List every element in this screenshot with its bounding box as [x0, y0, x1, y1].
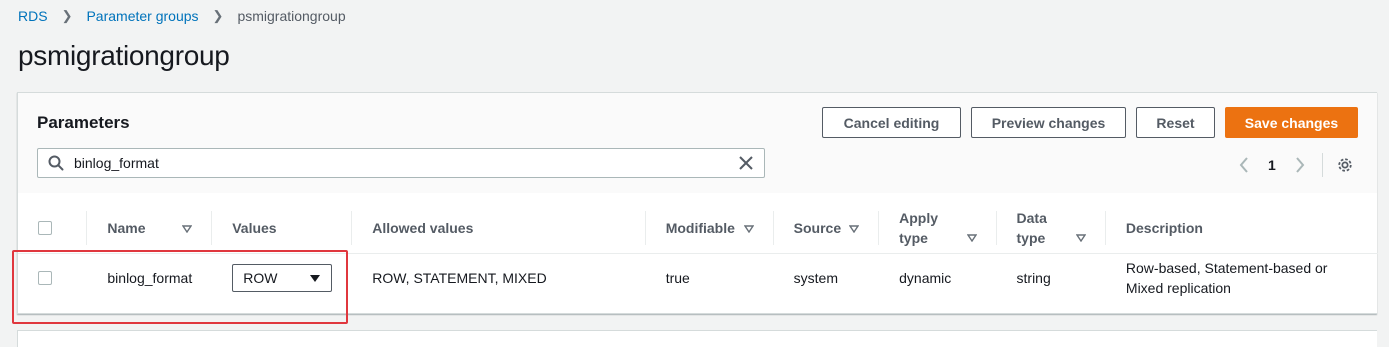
pager-divider [1321, 153, 1323, 177]
table-row[interactable]: binlog_format ROW ROW, STATEMENT, MIXED … [18, 253, 1378, 303]
cell-apply-type: dynamic [899, 270, 952, 287]
chevron-right-icon: ❯ [212, 8, 224, 23]
table-header-row: Name Values Allowed values Modifiable So… [18, 203, 1378, 254]
cell-modifiable: true [665, 270, 690, 287]
column-header-values: Values [212, 203, 353, 254]
cell-description: Row-based, Statement-based or Mixed repl… [1125, 260, 1328, 297]
parameters-panel: Parameters Cancel editing Preview change… [17, 92, 1378, 314]
value-select-label: ROW [243, 270, 278, 287]
column-header-description: Description [1105, 203, 1378, 254]
cancel-editing-button[interactable]: Cancel editing [822, 107, 961, 138]
select-all-cell [18, 203, 88, 254]
breadcrumb-link-rds[interactable]: RDS [18, 8, 48, 24]
breadcrumb: RDS ❯ Parameter groups ❯ psmigrationgrou… [18, 8, 346, 24]
search-input[interactable]: binlog_format [37, 148, 765, 178]
caret-down-icon [309, 270, 321, 286]
pagination: 1 [1236, 153, 1353, 177]
search-icon [38, 155, 74, 171]
column-header-source[interactable]: Source [773, 203, 880, 254]
chevron-right-icon: ❯ [61, 8, 73, 23]
preview-changes-button[interactable]: Preview changes [971, 107, 1126, 138]
page-title: psmigrationgroup [18, 40, 230, 71]
sort-down-icon[interactable] [1075, 229, 1087, 245]
chevron-left-icon[interactable] [1236, 155, 1252, 175]
row-checkbox[interactable] [38, 271, 52, 286]
panel-title: Parameters [37, 113, 130, 132]
parameters-table: Name Values Allowed values Modifiable So… [18, 203, 1378, 303]
cell-allowed-values: ROW, STATEMENT, MIXED [372, 270, 547, 287]
search-value[interactable]: binlog_format [74, 155, 728, 171]
cell-value: ROW [212, 253, 352, 303]
close-icon[interactable] [728, 156, 764, 170]
chevron-right-icon[interactable] [1292, 155, 1308, 175]
breadcrumb-link-parameter-groups[interactable]: Parameter groups [86, 8, 198, 24]
cell-source: system [793, 270, 838, 287]
reset-button[interactable]: Reset [1136, 107, 1215, 138]
column-header-modifiable[interactable]: Modifiable [645, 203, 774, 254]
column-header-allowed-values: Allowed values [352, 203, 646, 254]
column-header-data-type[interactable]: Data type [996, 203, 1106, 254]
cell-name: binlog_format [107, 270, 193, 287]
value-select[interactable]: ROW [232, 264, 333, 293]
select-all-checkbox[interactable] [38, 220, 52, 235]
column-header-name[interactable]: Name [87, 203, 213, 254]
next-panel [17, 330, 1377, 347]
sort-down-icon[interactable] [181, 220, 193, 236]
row-select-cell [18, 253, 87, 303]
cell-data-type: string [1016, 270, 1051, 287]
sort-down-icon[interactable] [848, 220, 860, 236]
column-header-apply-type[interactable]: Apply type [879, 203, 997, 254]
sort-down-icon[interactable] [743, 220, 754, 236]
gear-icon[interactable] [1337, 155, 1353, 175]
save-changes-button[interactable]: Save changes [1225, 107, 1358, 138]
sort-down-icon[interactable] [966, 229, 977, 245]
breadcrumb-current: psmigrationgroup [237, 8, 346, 24]
page-number[interactable]: 1 [1268, 157, 1276, 173]
